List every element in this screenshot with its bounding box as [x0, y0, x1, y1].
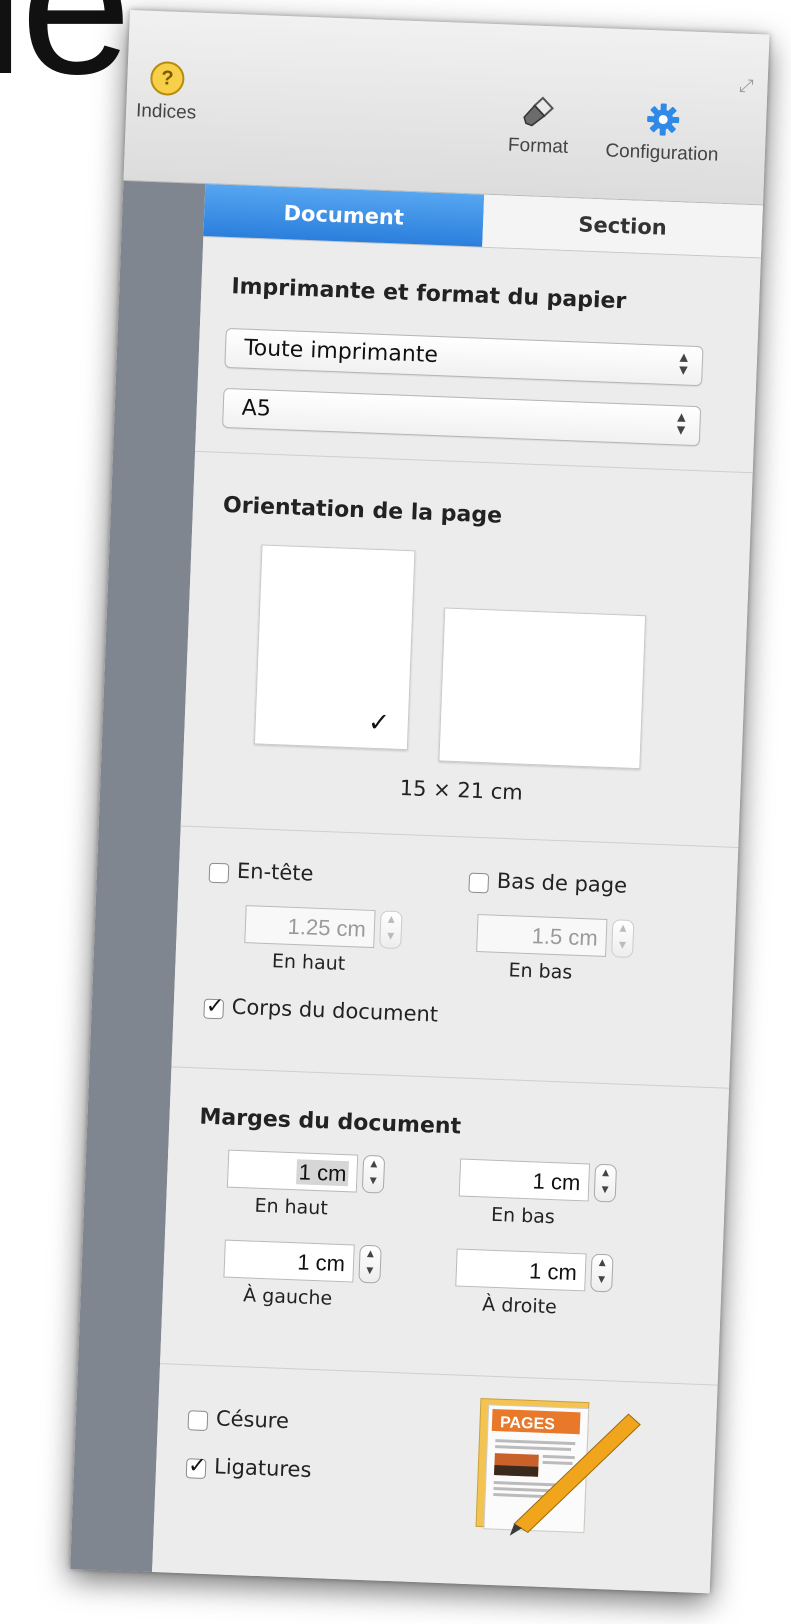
margin-top-value: 1 cm: [296, 1159, 349, 1187]
typography-section: Césure Ligatures PAGES: [154, 1364, 718, 1555]
margin-left-caption: À gauche: [242, 1284, 333, 1310]
footer-label: Bas de page: [496, 868, 628, 898]
landscape-option[interactable]: [438, 607, 647, 770]
printer-select-value: Toute imprimante: [243, 335, 439, 369]
hyphenation-checkbox[interactable]: [187, 1409, 209, 1431]
margin-top-caption: En haut: [254, 1194, 329, 1220]
portrait-option[interactable]: ✓: [253, 544, 416, 751]
footer-caption: En bas: [508, 959, 573, 984]
header-height-value: 1.25 cm: [287, 913, 367, 942]
header-checkbox[interactable]: [208, 862, 230, 883]
margin-top-stepper[interactable]: ▲ ▼: [361, 1154, 386, 1194]
pages-app-icon: PAGES: [475, 1397, 641, 1536]
footer-height-stepper[interactable]: ▲ ▼: [610, 919, 635, 959]
help-icon: ?: [149, 60, 186, 97]
header-label: En-tête: [236, 858, 314, 886]
gear-icon: [647, 103, 680, 136]
tab-document[interactable]: Document: [203, 184, 485, 247]
hyphenation-label: Césure: [215, 1406, 290, 1434]
format-button[interactable]: Format: [493, 92, 585, 159]
header-height-field[interactable]: 1.25 cm: [244, 905, 376, 949]
body-toggle[interactable]: Corps du document: [203, 994, 438, 1027]
header-height-stepper[interactable]: ▲ ▼: [379, 910, 403, 950]
configuration-label: Configuration: [605, 140, 719, 166]
background-text: le: [0, 0, 132, 116]
ligatures-label: Ligatures: [213, 1454, 312, 1483]
hyphenation-toggle[interactable]: Césure: [187, 1405, 290, 1434]
paper-size-value: A5: [241, 395, 272, 422]
paper-size-select[interactable]: A5 ▲ ▼: [222, 387, 702, 447]
select-arrows-icon: ▲ ▼: [678, 350, 689, 377]
margin-left-value: 1 cm: [296, 1249, 346, 1277]
printer-select[interactable]: Toute imprimante ▲ ▼: [224, 327, 704, 387]
margin-right-field[interactable]: 1 cm: [455, 1248, 587, 1292]
margin-bottom-field[interactable]: 1 cm: [458, 1158, 591, 1202]
ligatures-checkbox[interactable]: [185, 1457, 207, 1479]
configuration-button[interactable]: Configuration: [587, 100, 739, 168]
ligatures-toggle[interactable]: Ligatures: [185, 1453, 312, 1483]
select-arrows-icon: ▲ ▼: [676, 410, 687, 437]
margin-bottom-value: 1 cm: [532, 1168, 581, 1196]
margin-top-field[interactable]: 1 cm: [226, 1149, 359, 1193]
margin-bottom-caption: En bas: [490, 1203, 556, 1229]
margin-bottom-stepper[interactable]: ▲ ▼: [593, 1163, 618, 1203]
page-size-label: 15 × 21 cm: [399, 775, 524, 805]
toolbar: ? Indices ⤢ Format Configuration: [123, 10, 770, 206]
header-toggle[interactable]: En-tête: [208, 858, 314, 886]
tab-section[interactable]: Section: [482, 194, 763, 258]
footer-checkbox[interactable]: [468, 872, 490, 893]
margin-left-field[interactable]: 1 cm: [223, 1239, 355, 1283]
pages-icon-label: PAGES: [500, 1414, 556, 1433]
orientation-title: Orientation de la page: [222, 492, 503, 529]
margin-left-stepper[interactable]: ▲ ▼: [358, 1244, 382, 1284]
orientation-section: Orientation de la page ✓ 15 × 21 cm: [180, 451, 753, 848]
footer-toggle[interactable]: Bas de page: [468, 868, 627, 899]
inspector-content: Document Section Imprimante et format du…: [152, 184, 763, 1594]
printer-section-title: Imprimante et format du papier: [230, 274, 627, 315]
margin-right-value: 1 cm: [528, 1258, 578, 1286]
margins-title: Marges du document: [199, 1104, 462, 1140]
check-icon: ✓: [367, 707, 391, 739]
hints-button[interactable]: ? Indices: [126, 60, 208, 125]
body-checkbox[interactable]: [203, 998, 225, 1019]
margin-right-caption: À droite: [481, 1293, 558, 1319]
fullscreen-icon[interactable]: ⤢: [739, 75, 754, 97]
format-label: Format: [507, 134, 569, 158]
footer-height-value: 1.5 cm: [531, 923, 599, 951]
hints-label: Indices: [135, 100, 197, 124]
header-footer-section: En-tête Bas de page 1.25 cm ▲ ▼ En haut 1…: [171, 826, 739, 1089]
printer-section: Imprimante et format du papier Toute imp…: [195, 236, 761, 474]
margins-section: Marges du document 1 cm ▲ ▼ En haut 1 cm …: [160, 1067, 730, 1386]
header-caption: En haut: [271, 950, 346, 975]
inspector-panel: ? Indices ⤢ Format Configuration Documen…: [70, 10, 770, 1594]
body-label: Corps du document: [231, 994, 439, 1027]
paintbrush-icon: [523, 96, 554, 127]
margin-right-stepper[interactable]: ▲ ▼: [590, 1253, 614, 1293]
footer-height-field[interactable]: 1.5 cm: [476, 914, 608, 957]
